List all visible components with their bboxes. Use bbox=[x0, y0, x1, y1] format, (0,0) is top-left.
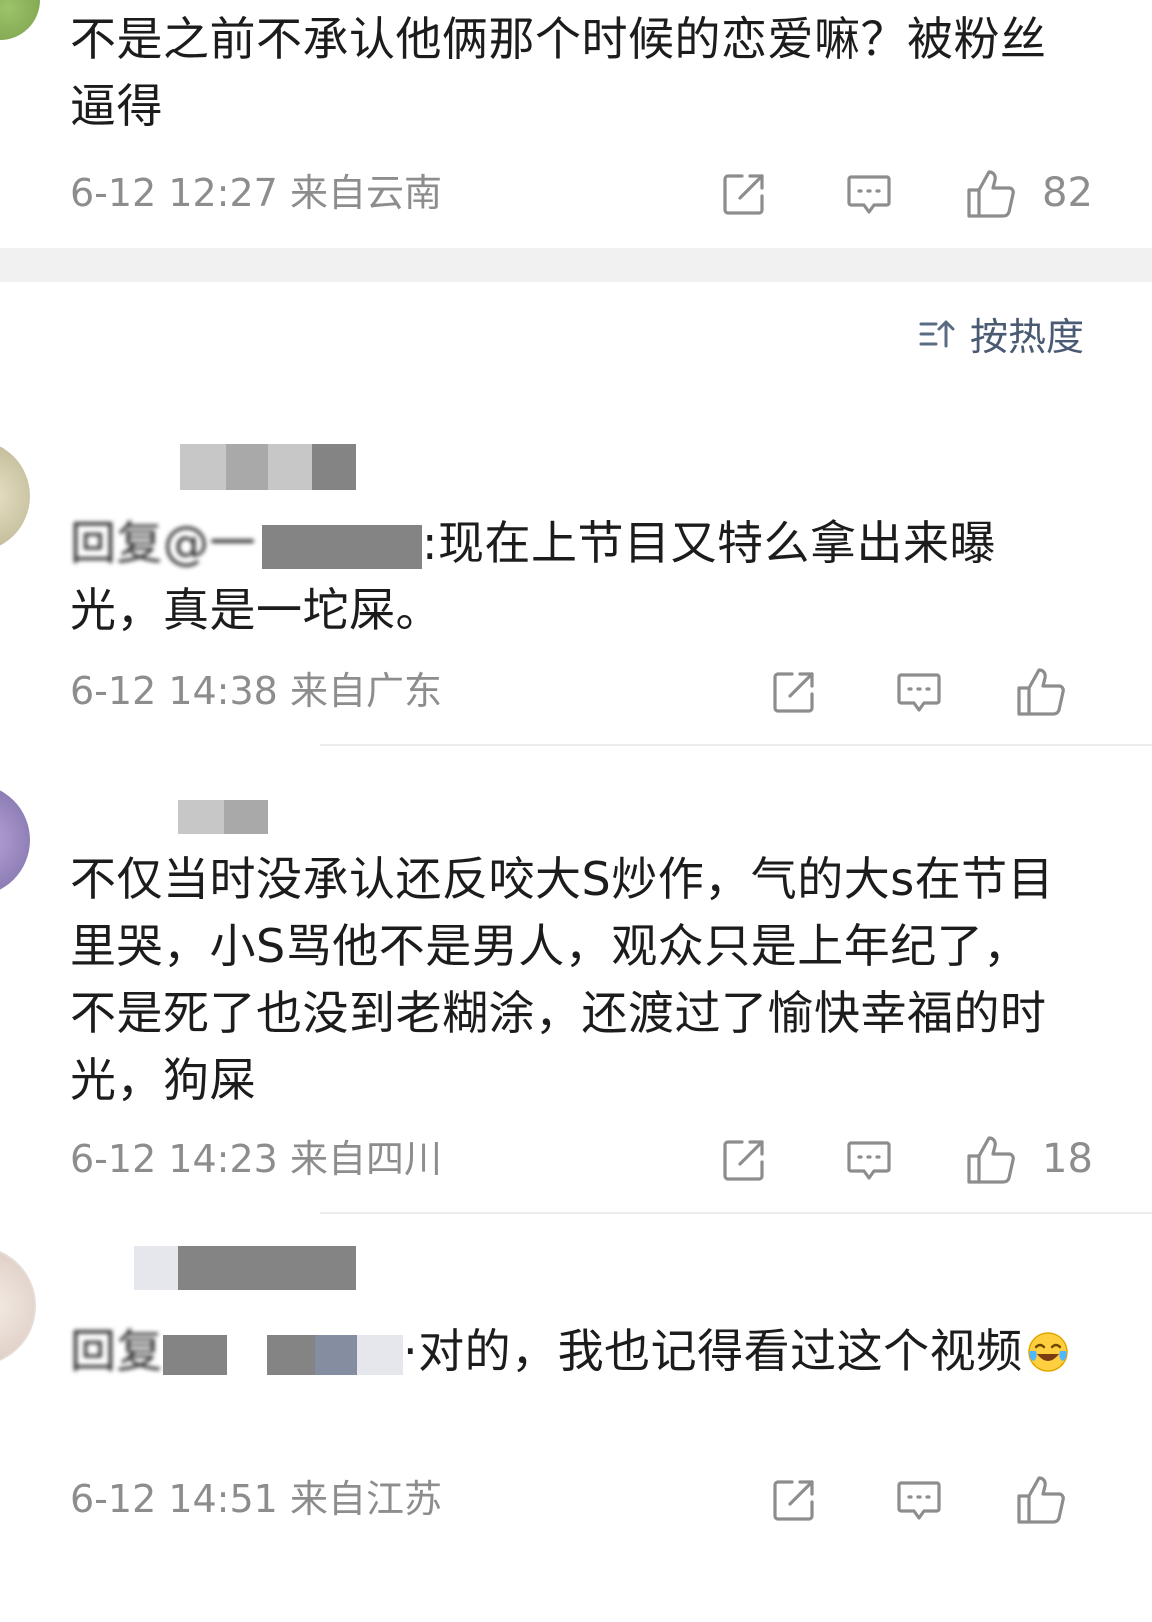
avatar[interactable] bbox=[0, 0, 40, 40]
comment-time: 6-12 14:38 bbox=[70, 669, 278, 713]
redaction-block bbox=[178, 800, 224, 834]
redaction-block bbox=[163, 1334, 227, 1375]
comment-button[interactable] bbox=[895, 670, 943, 716]
comment-meta: 6-12 12:27 来自云南 bbox=[70, 168, 442, 218]
comment-location: 来自广东 bbox=[289, 669, 442, 713]
comment-meta: 6-12 14:51 来自江苏 bbox=[70, 1474, 442, 1524]
comment-button[interactable] bbox=[845, 172, 893, 218]
comment-divider bbox=[320, 744, 1152, 746]
comment-location: 来自四川 bbox=[289, 1137, 442, 1181]
laughing-crying-emoji bbox=[1027, 1324, 1069, 1372]
redaction-block bbox=[268, 444, 312, 490]
share-button[interactable] bbox=[720, 1136, 768, 1184]
share-icon bbox=[773, 672, 814, 713]
comment-time: 6-12 12:27 bbox=[70, 171, 278, 215]
share-button[interactable] bbox=[770, 1476, 818, 1524]
avatar[interactable] bbox=[0, 440, 30, 552]
like-button[interactable] bbox=[1015, 1474, 1067, 1526]
comment-location: 来自云南 bbox=[289, 171, 442, 215]
thumbs-up-icon bbox=[1017, 1476, 1065, 1524]
redaction-block bbox=[180, 444, 226, 490]
username-redacted bbox=[178, 800, 268, 834]
username-redacted bbox=[72, 444, 362, 490]
redaction-block bbox=[226, 444, 268, 490]
sort-label: 按热度 bbox=[970, 315, 1085, 359]
share-icon bbox=[773, 1480, 814, 1521]
thumbs-up-icon bbox=[1017, 668, 1065, 716]
like-count: 82 bbox=[1042, 170, 1093, 216]
share-button[interactable] bbox=[770, 668, 818, 716]
section-separator bbox=[0, 248, 1152, 282]
avatar[interactable] bbox=[0, 784, 30, 896]
thumbs-up-icon bbox=[967, 170, 1015, 218]
comment-icon bbox=[897, 1481, 941, 1520]
redaction-block bbox=[312, 1246, 356, 1290]
like-button[interactable] bbox=[1015, 666, 1067, 718]
like-button[interactable] bbox=[965, 1134, 1017, 1186]
comment-location: 来自江苏 bbox=[289, 1477, 442, 1521]
redaction-block bbox=[357, 1334, 403, 1375]
comment-text: 回复 ·对的，我也记得看过这个视频 bbox=[70, 1318, 1070, 1385]
comment-meta: 6-12 14:38 来自广东 bbox=[70, 666, 442, 716]
comment-body: ·对的，我也记得看过这个视频 bbox=[403, 1324, 1023, 1378]
like-count: 18 bbox=[1042, 1136, 1093, 1182]
comment-icon bbox=[847, 1141, 891, 1180]
reply-prefix[interactable]: 回复@一 bbox=[70, 516, 256, 570]
redaction-block bbox=[267, 1334, 315, 1375]
comment-time: 6-12 14:51 bbox=[70, 1477, 278, 1521]
username-redacted bbox=[134, 1246, 356, 1290]
redaction-block bbox=[178, 1246, 312, 1290]
comment-text: 不是之前不承认他俩那个时候的恋爱嘛？被粉丝逼得 bbox=[70, 12, 1047, 133]
comment-button[interactable] bbox=[895, 1478, 943, 1524]
comment-meta: 6-12 14:23 来自四川 bbox=[70, 1134, 442, 1184]
comment-button[interactable] bbox=[845, 1138, 893, 1184]
thumbs-up-icon bbox=[967, 1136, 1015, 1184]
like-button[interactable] bbox=[965, 168, 1017, 220]
comment-icon bbox=[897, 673, 941, 712]
sort-icon bbox=[918, 316, 956, 352]
comment-time: 6-12 14:23 bbox=[70, 1137, 278, 1181]
share-icon bbox=[723, 174, 764, 215]
redaction-block bbox=[262, 524, 422, 569]
redaction-block bbox=[315, 1334, 357, 1375]
comment-divider bbox=[320, 1212, 1152, 1214]
share-button[interactable] bbox=[720, 170, 768, 218]
comment-text: 回复@一:现在上节目又特么拿出来曝光，真是一坨屎。 bbox=[70, 510, 1070, 644]
comment-text: 不仅当时没承认还反咬大S炒作，气的大s在节目里哭，小S骂他不是男人，观众只是上年… bbox=[70, 852, 1055, 1107]
redaction-block bbox=[312, 444, 356, 490]
comment-icon bbox=[847, 175, 891, 214]
sort-control[interactable]: 按热度 bbox=[918, 306, 1084, 361]
reply-prefix[interactable]: 回复 bbox=[70, 1324, 163, 1378]
avatar[interactable] bbox=[0, 1246, 36, 1366]
redaction-block bbox=[224, 800, 268, 834]
redaction-block bbox=[134, 1246, 178, 1290]
share-icon bbox=[723, 1140, 764, 1181]
